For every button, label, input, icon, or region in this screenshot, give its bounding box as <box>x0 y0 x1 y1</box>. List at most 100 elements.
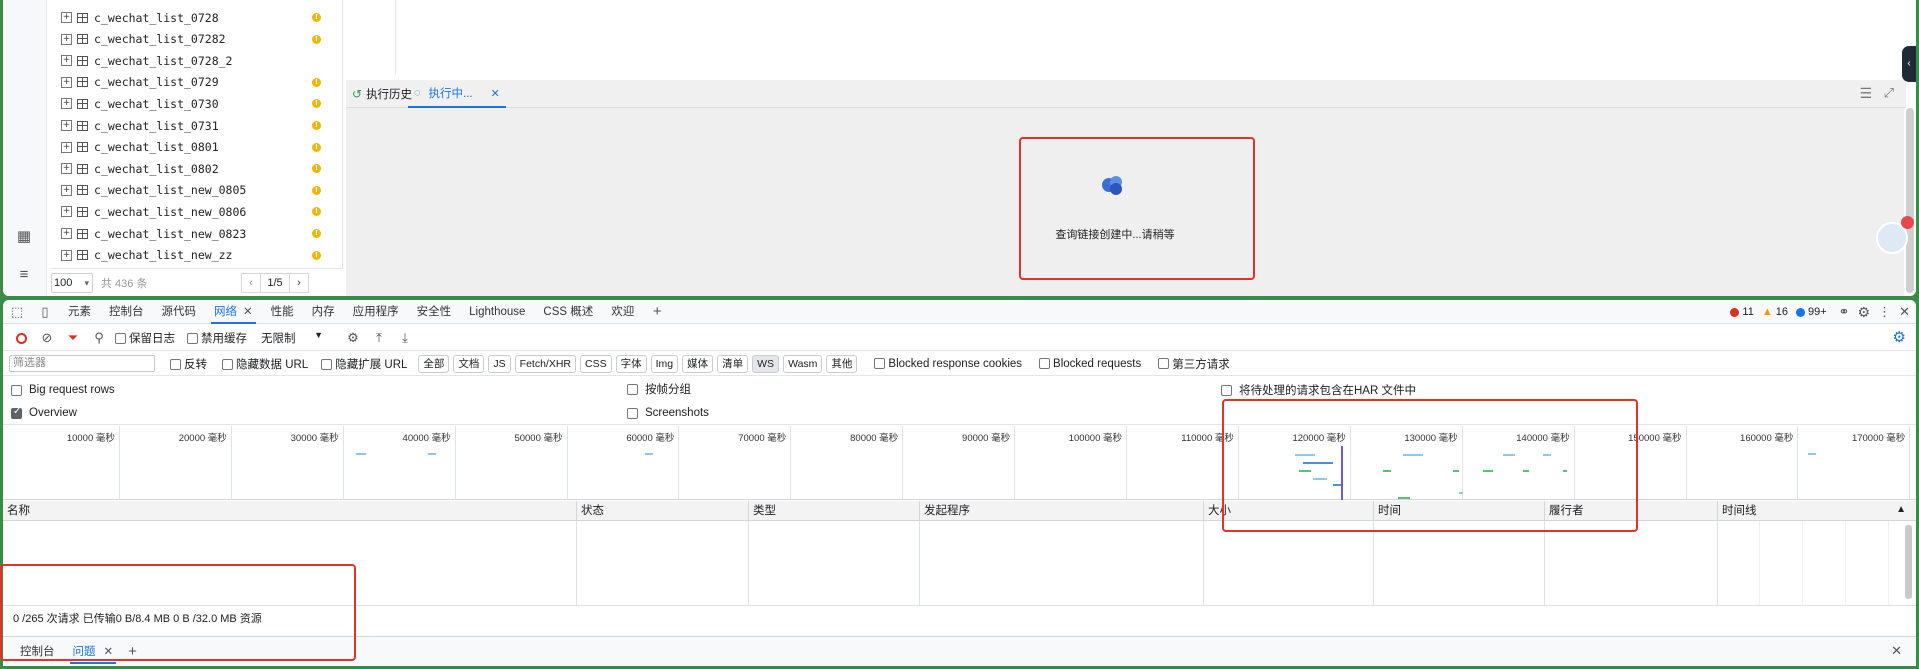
expand-toggle-icon[interactable]: + <box>61 163 72 175</box>
type-filter-button[interactable]: 其他 <box>826 354 858 373</box>
page-size-select[interactable]: 100 ▾ <box>51 272 93 293</box>
type-filter-button[interactable]: 文档 <box>453 354 485 373</box>
menu-collapse-icon[interactable]: ≡ <box>15 266 33 284</box>
grid-icon[interactable]: ▦ <box>15 228 33 246</box>
tree-item[interactable]: + c_wechat_list_07282! <box>61 29 331 50</box>
expand-toggle-icon[interactable]: + <box>61 55 72 67</box>
tree-item[interactable]: + c_wechat_list_0729! <box>61 72 331 93</box>
tab-devtools[interactable]: 应用程序 <box>344 300 408 324</box>
upload-icon[interactable]: ⤒ <box>369 328 389 348</box>
network-conditions-icon[interactable]: ⚙ <box>343 328 363 348</box>
tab-devtools[interactable]: CSS 概述 <box>534 300 602 324</box>
sort-arrow-icon[interactable]: ▲ <box>1896 504 1906 515</box>
throttle-select[interactable]: 无限制 ▼ <box>261 330 323 346</box>
close-drawer-icon[interactable]: ✕ <box>1891 643 1902 659</box>
expand-toggle-icon[interactable]: + <box>61 141 72 153</box>
third-party-checkbox[interactable]: 第三方请求 <box>1158 356 1230 372</box>
tab-devtools[interactable]: Lighthouse <box>460 300 534 324</box>
tree-item[interactable]: + c_wechat_list_new_0806! <box>61 201 331 222</box>
expand-toggle-icon[interactable]: + <box>61 228 72 239</box>
column-header[interactable]: 发起程序 <box>919 501 1203 521</box>
tree-item[interactable]: + c_wechat_list_new_0805! <box>61 180 331 201</box>
filter-icon[interactable]: ⏷ <box>63 328 83 348</box>
tab-devtools[interactable]: 欢迎 <box>602 300 643 324</box>
filter-input[interactable]: 筛选器 <box>9 355 155 372</box>
prev-page-button[interactable]: ‹ <box>241 272 261 293</box>
table-scrollbar[interactable] <box>1905 525 1912 599</box>
expand-icon[interactable]: ⤢ <box>1884 85 1894 101</box>
type-filter-button[interactable]: 字体 <box>615 354 647 373</box>
list-icon[interactable]: ☰ <box>1859 85 1872 102</box>
big-rows-checkbox[interactable]: Big request rows <box>11 381 115 399</box>
group-by-frame-checkbox[interactable]: 按帧分组 <box>627 380 691 398</box>
type-filter-button[interactable]: 全部 <box>418 354 450 373</box>
overview-checkbox[interactable]: Overview <box>11 404 77 422</box>
hide-data-url-checkbox[interactable]: 隐藏数据 URL <box>222 356 308 372</box>
type-filter-button[interactable]: Wasm <box>783 354 823 373</box>
column-header[interactable]: 时间线 <box>1717 501 1911 521</box>
column-header[interactable]: 类型 <box>748 501 919 521</box>
tab-exec-history[interactable]: ↺ 执行历史 <box>352 80 412 108</box>
tab-devtools[interactable]: 控制台 <box>100 300 153 324</box>
tree-item[interactable]: + c_wechat_list_new_0823! <box>61 223 331 244</box>
screenshots-checkbox[interactable]: Screenshots <box>627 404 709 422</box>
tree-item[interactable]: + c_wechat_list_0731! <box>61 115 331 136</box>
tab-devtools[interactable]: 内存 <box>303 300 344 324</box>
add-tab-icon[interactable]: + <box>643 300 671 324</box>
type-filter-button[interactable]: Img <box>650 354 679 373</box>
download-icon[interactable]: ⤓ <box>395 328 415 348</box>
expand-toggle-icon[interactable]: + <box>61 206 72 218</box>
sql-editor[interactable] <box>346 0 1906 78</box>
tab-devtools[interactable]: 网络 ✕ <box>205 300 262 324</box>
blocked-requests-checkbox[interactable]: Blocked requests <box>1039 358 1141 370</box>
expand-toggle-icon[interactable]: + <box>61 76 72 88</box>
har-checkbox[interactable]: 将待处理的请求包含在HAR 文件中 <box>1221 381 1416 399</box>
tab-devtools[interactable]: 安全性 <box>408 300 461 324</box>
record-icon[interactable] <box>11 328 31 348</box>
close-icon[interactable]: ✕ <box>243 306 253 318</box>
clear-icon[interactable]: ⊘ <box>37 328 57 348</box>
close-devtools-icon[interactable]: ✕ <box>1899 304 1910 320</box>
preserve-log-checkbox[interactable]: 保留日志 <box>115 330 175 346</box>
more-icon[interactable]: ⋮ <box>1878 304 1891 320</box>
tree-item[interactable]: + c_wechat_list_0728! <box>61 7 331 28</box>
disable-cache-checkbox[interactable]: 禁用缓存 <box>187 330 247 346</box>
tab-devtools[interactable]: 性能 <box>262 300 303 324</box>
tab-devtools[interactable]: 元素 <box>59 300 100 324</box>
network-overview-timeline[interactable]: 10000 毫秒 20000 毫秒 30000 毫秒 40000 毫秒 50000 毫秒… <box>3 426 1916 500</box>
type-filter-button[interactable]: CSS <box>580 354 612 373</box>
tree-item[interactable]: + c_wechat_list_0802! <box>61 158 331 179</box>
blocked-cookies-checkbox[interactable]: Blocked response cookies <box>874 358 1022 370</box>
connection-icon[interactable]: ⚭ <box>1839 304 1850 320</box>
warning-count[interactable]: ▲ 16 <box>1762 306 1788 318</box>
expand-toggle-icon[interactable]: + <box>61 12 72 23</box>
tree-item[interactable]: + c_wechat_list_new_zz! <box>61 245 331 266</box>
column-header[interactable]: 状态 <box>576 501 748 521</box>
search-icon[interactable]: ⚲ <box>89 328 109 348</box>
drawer-tab-console[interactable]: 控制台 <box>11 640 64 664</box>
error-count[interactable]: 11 <box>1730 306 1754 318</box>
vertical-scrollbar[interactable] <box>1906 108 1914 293</box>
type-filter-button[interactable]: WS <box>752 354 780 373</box>
invert-checkbox[interactable]: 反转 <box>170 356 207 372</box>
tree-item[interactable]: + c_wechat_list_0730! <box>61 93 331 114</box>
expand-toggle-icon[interactable]: + <box>61 184 72 196</box>
expand-toggle-icon[interactable]: + <box>61 249 72 261</box>
column-header[interactable]: 名称 <box>3 501 576 521</box>
hide-ext-url-checkbox[interactable]: 隐藏扩展 URL <box>321 356 407 372</box>
inspect-icon[interactable]: ⬚ <box>3 300 31 324</box>
gear-icon[interactable]: ⚙ <box>1858 304 1871 321</box>
expand-toggle-icon[interactable]: + <box>61 98 72 110</box>
add-tab-icon[interactable]: + <box>128 643 137 660</box>
network-settings-icon[interactable]: ⚙ <box>1893 328 1906 346</box>
tab-devtools[interactable]: 源代码 <box>153 300 206 324</box>
column-header[interactable]: 时间 <box>1373 501 1544 521</box>
type-filter-button[interactable]: JS <box>488 354 511 373</box>
tab-exec-running[interactable]: ◌ 执行中... ✕ <box>408 80 506 108</box>
drawer-tab-issues[interactable]: 问题 ✕ <box>64 640 123 664</box>
close-icon[interactable]: ✕ <box>104 646 114 658</box>
type-filter-button[interactable]: 清单 <box>717 354 749 373</box>
device-toggle-icon[interactable]: ▯ <box>31 300 59 324</box>
sidebar-toggle-button[interactable]: ‹ <box>1902 46 1916 82</box>
expand-toggle-icon[interactable]: + <box>61 120 72 131</box>
